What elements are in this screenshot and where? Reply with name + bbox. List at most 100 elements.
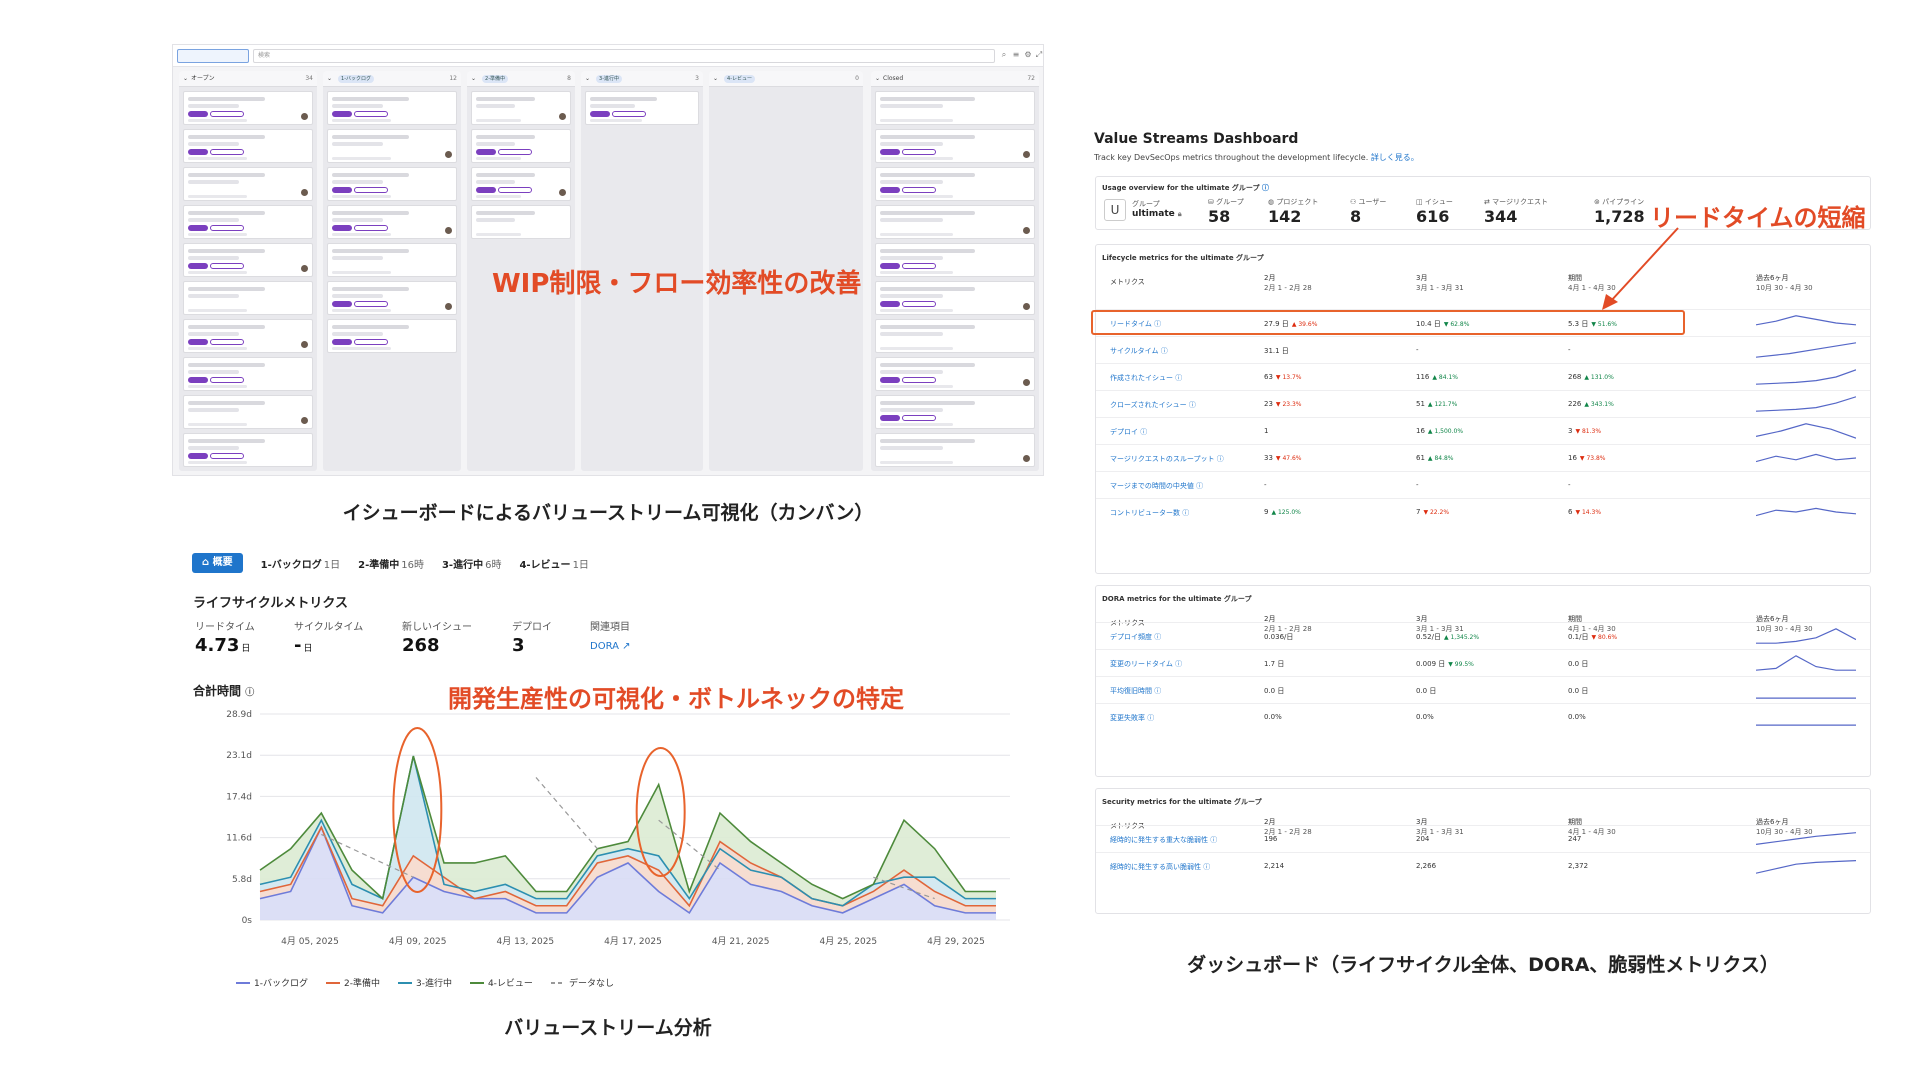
metric-feb: 0.036/日 [1264, 632, 1296, 642]
board-column[interactable]: ⌄ オープン 34 [179, 71, 317, 471]
expand-icon[interactable]: ⤢ [1034, 49, 1044, 61]
issue-card[interactable] [471, 91, 571, 125]
search-icon[interactable]: ⌕ [999, 49, 1009, 61]
issue-card[interactable] [875, 129, 1035, 163]
metric-name-link[interactable]: 経時的に発生する重大な脆弱性 ⓘ [1110, 835, 1217, 845]
issue-card[interactable] [183, 129, 313, 163]
issue-card[interactable] [327, 205, 457, 239]
issue-card[interactable] [183, 91, 313, 125]
metric-name: 経時的に発生する高い脆弱性 [1110, 863, 1201, 871]
issue-card[interactable] [183, 319, 313, 353]
chevron-down-icon[interactable]: ⌄ [183, 71, 188, 87]
issue-card[interactable] [183, 281, 313, 315]
metric-name-link[interactable]: 経時的に発生する高い脆弱性 ⓘ [1110, 862, 1210, 872]
legend-item[interactable]: 2-準備中 [325, 976, 380, 989]
chevron-down-icon[interactable]: ⌄ [713, 71, 718, 87]
issue-card[interactable] [471, 205, 571, 239]
info-icon[interactable]: ⓘ [245, 688, 254, 698]
info-icon[interactable]: ⓘ [1217, 455, 1224, 463]
info-icon[interactable]: ⓘ [1147, 714, 1154, 722]
gear-icon[interactable]: ⚙ [1023, 49, 1033, 61]
metric-name-link[interactable]: マージリクエストのスループット ⓘ [1110, 454, 1224, 464]
tab-ready[interactable]: 2-準備中 16時 [358, 556, 424, 571]
metric-apr: - [1568, 346, 1574, 354]
issue-card[interactable] [875, 319, 1035, 353]
board-column[interactable]: ⌄ 1-バックログ 12 [323, 71, 461, 471]
tab-time: 1日 [572, 559, 589, 571]
board-search-input[interactable]: 検索 [253, 49, 995, 63]
card-placeholder [880, 287, 975, 291]
tab-overview[interactable]: ⌂ 概要 [192, 553, 243, 573]
issue-card[interactable] [875, 395, 1035, 429]
issue-card[interactable] [327, 281, 457, 315]
issue-card[interactable] [875, 205, 1035, 239]
metric-name-link[interactable]: デプロイ ⓘ [1110, 427, 1147, 437]
card-placeholder [476, 180, 516, 184]
issue-card[interactable] [183, 205, 313, 239]
issue-card[interactable] [183, 433, 313, 467]
tab-in-progress[interactable]: 3-進行中 6時 [442, 556, 501, 571]
usage-overview-title: Usage overview for the ultimate グループ ⓘ [1102, 183, 1269, 193]
info-icon[interactable]: ⓘ [1182, 509, 1189, 517]
issue-card[interactable] [183, 395, 313, 429]
legend-item[interactable]: 4-レビュー [469, 976, 533, 989]
issue-card[interactable] [585, 91, 699, 125]
info-icon[interactable]: ⓘ [1140, 428, 1147, 436]
issue-card[interactable] [183, 167, 313, 201]
issue-card[interactable] [327, 129, 457, 163]
learn-more-link[interactable]: 詳しく見る。 [1371, 153, 1419, 162]
issue-card[interactable] [875, 243, 1035, 277]
issue-card[interactable] [471, 167, 571, 201]
info-icon[interactable]: ⓘ [1175, 374, 1182, 382]
chevron-down-icon[interactable]: ⌄ [471, 71, 476, 87]
issue-card[interactable] [875, 281, 1035, 315]
issue-card[interactable] [183, 357, 313, 391]
metric-name-link[interactable]: 変更失敗率 ⓘ [1110, 713, 1154, 723]
chevron-down-icon[interactable]: ⌄ [585, 71, 590, 87]
metric-name-link[interactable]: コントリビューター数 ⓘ [1110, 508, 1189, 518]
metric-name-link[interactable]: サイクルタイム ⓘ [1110, 346, 1168, 356]
board-column[interactable]: ⌄ Closed 72 [871, 71, 1039, 471]
metric-name-link[interactable]: 変更のリードタイム ⓘ [1110, 659, 1182, 669]
legend-item[interactable]: 1-バックログ [236, 976, 308, 989]
info-icon[interactable]: ⓘ [1154, 633, 1161, 641]
metric-apr: 0.0 日 [1568, 659, 1591, 669]
issue-card[interactable] [875, 91, 1035, 125]
chevron-down-icon[interactable]: ⌄ [875, 71, 880, 87]
chevron-down-icon[interactable]: ⌄ [327, 71, 332, 87]
info-icon[interactable]: ⓘ [1161, 347, 1168, 355]
issue-card[interactable] [327, 319, 457, 353]
metric-name-link[interactable]: クローズされたイシュー ⓘ [1110, 400, 1196, 410]
info-icon[interactable]: ⓘ [1262, 184, 1269, 192]
dora-link[interactable]: DORA ↗ [590, 641, 631, 652]
metric-row: 作成されたイシュー ⓘ 63 ▼ 13.7% 116 ▲ 84.1% 268 ▲ 131.0… [1096, 363, 1870, 390]
info-icon[interactable]: ⓘ [1203, 863, 1210, 871]
info-icon[interactable]: ⓘ [1189, 401, 1196, 409]
info-icon[interactable]: ⓘ [1196, 482, 1203, 490]
metric-name-link[interactable]: 作成されたイシュー ⓘ [1110, 373, 1182, 383]
metric-name-link[interactable]: 平均復旧時間 ⓘ [1110, 686, 1161, 696]
card-placeholder [332, 195, 391, 198]
card-placeholder [332, 157, 391, 160]
issue-card[interactable] [875, 167, 1035, 201]
filter-icon[interactable]: ≡ [1011, 49, 1021, 61]
board-scope-select[interactable] [177, 49, 249, 63]
card-placeholder [188, 363, 265, 367]
metric-name-link[interactable]: マージまでの時間の中央値 ⓘ [1110, 481, 1203, 491]
info-icon[interactable]: ⓘ [1210, 836, 1217, 844]
info-icon[interactable]: ⓘ [1175, 660, 1182, 668]
issue-card[interactable] [327, 91, 457, 125]
legend-item[interactable]: 3-進行中 [397, 976, 452, 989]
issue-card[interactable] [875, 357, 1035, 391]
issue-card[interactable] [183, 243, 313, 277]
legend-item[interactable]: データなし [550, 976, 614, 989]
issue-card[interactable] [327, 167, 457, 201]
issue-card[interactable] [327, 243, 457, 277]
tab-backlog[interactable]: 1-バックログ 1日 [261, 556, 340, 571]
info-icon[interactable]: ⓘ [1154, 687, 1161, 695]
metric-lead-time: リードタイム 4.73 日 [195, 618, 255, 656]
issue-card[interactable] [875, 433, 1035, 467]
metric-name-link[interactable]: デプロイ頻度 ⓘ [1110, 632, 1161, 642]
tab-review[interactable]: 4-レビュー 1日 [519, 556, 588, 571]
issue-card[interactable] [471, 129, 571, 163]
